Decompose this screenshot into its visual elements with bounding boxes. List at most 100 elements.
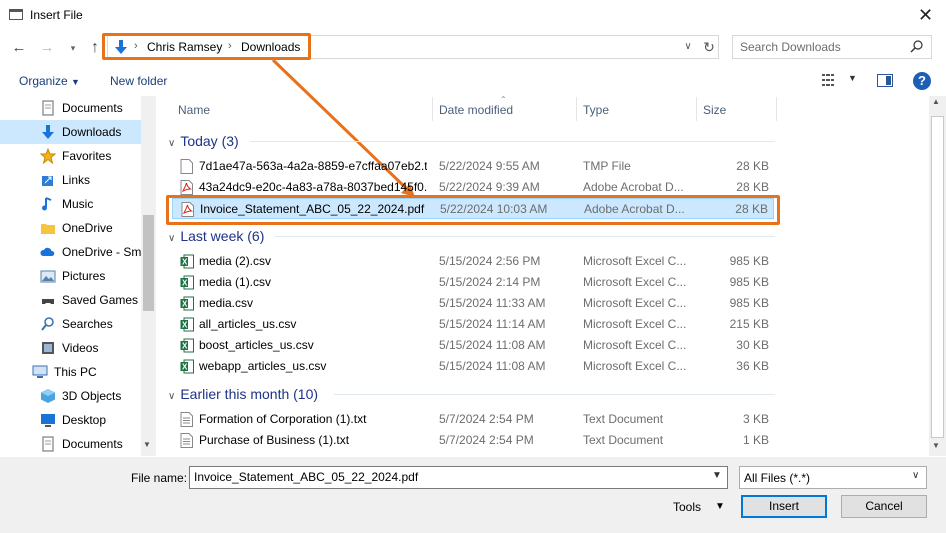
file-date-cell: 5/15/2024 2:14 PM <box>439 275 541 289</box>
nav-item-label: 3D Objects <box>62 389 122 403</box>
file-row[interactable]: Xmedia (2).csv 5/15/2024 2:56 PM Microsoft… <box>172 251 774 272</box>
scroll-up-icon[interactable]: ▲ <box>932 97 940 106</box>
chevron-down-icon[interactable]: ∨ <box>912 470 919 481</box>
scroll-down-icon[interactable]: ▼ <box>143 440 151 449</box>
scroll-down-icon[interactable]: ▼ <box>932 441 940 450</box>
documents-icon <box>40 436 56 452</box>
nav-item-label: OneDrive - Sm <box>62 245 142 259</box>
file-row[interactable]: Xwebapp_articles_us.csv 5/15/2024 11:08 A… <box>172 356 774 377</box>
insert-button[interactable]: Insert <box>741 495 827 518</box>
file-name-cell: 43a24dc9-e20c-4a83-a78a-8037bed145f0... <box>199 180 427 194</box>
file-date-cell: 5/22/2024 9:39 AM <box>439 180 540 194</box>
file-row[interactable]: Xmedia (1).csv 5/15/2024 2:14 PM Microsoft… <box>172 272 774 293</box>
text-file-icon <box>180 433 193 448</box>
chevron-down-icon: ∨ <box>168 138 176 149</box>
computer-icon <box>32 364 48 380</box>
text-file-icon <box>180 412 193 427</box>
view-options-icon[interactable] <box>822 74 838 86</box>
nav-item-links[interactable]: Links <box>0 168 141 192</box>
file-size-cell: 28 KB <box>736 159 769 173</box>
file-row[interactable]: Formation of Corporation (1).txt 5/7/2024… <box>172 409 774 430</box>
file-name-cell: all_articles_us.csv <box>199 317 297 331</box>
file-list-scrollbar-thumb[interactable] <box>931 116 944 438</box>
nav-item-label: Desktop <box>62 413 107 427</box>
nav-item-label: Searches <box>62 317 113 331</box>
nav-item-downloads[interactable]: Downloads <box>0 120 141 144</box>
column-size-header[interactable]: Size <box>703 103 726 117</box>
svg-text:X: X <box>182 258 188 267</box>
tools-button[interactable]: Tools <box>673 500 701 514</box>
excel-icon: X <box>180 254 194 269</box>
nav-item-this-pc[interactable]: This PC <box>0 360 141 384</box>
file-row[interactable]: Xmedia.csv 5/15/2024 11:33 AM Microsoft Ex… <box>172 293 774 314</box>
svg-text:X: X <box>182 342 188 351</box>
nav-item-onedrive-sm[interactable]: OneDrive - Sm <box>0 240 141 264</box>
svg-text:X: X <box>182 300 188 309</box>
nav-item-label: Downloads <box>62 125 122 139</box>
new-folder-button[interactable]: New folder <box>110 74 167 88</box>
nav-item-saved-games[interactable]: Saved Games <box>0 288 141 312</box>
nav-item-music[interactable]: Music <box>0 192 141 216</box>
organize-button[interactable]: Organize ▼ <box>19 74 80 88</box>
documents-icon <box>40 100 56 116</box>
group-header-today[interactable]: ∨ Today (3) <box>168 133 239 149</box>
download-icon <box>40 124 56 140</box>
nav-item-desktop[interactable]: Desktop <box>0 408 141 432</box>
file-name-cell: webapp_articles_us.csv <box>199 359 327 373</box>
nav-item-pictures[interactable]: Pictures <box>0 264 141 288</box>
cancel-button[interactable]: Cancel <box>841 495 927 518</box>
file-row[interactable]: Xall_articles_us.csv 5/15/2024 11:14 AM Mi… <box>172 314 774 335</box>
file-size-cell: 1 KB <box>742 433 769 447</box>
preview-pane-icon[interactable] <box>877 74 893 87</box>
nav-scrollbar-thumb[interactable] <box>143 215 154 311</box>
nav-item-videos[interactable]: Videos <box>0 336 141 360</box>
file-row[interactable]: 7d1ae47a-563a-4a2a-8859-e7cffaa07eb2.t..… <box>172 156 774 177</box>
file-name-label: File name: <box>131 471 188 485</box>
file-type-cell: Text Document <box>583 433 664 447</box>
file-name-cell: boost_articles_us.csv <box>199 338 314 352</box>
column-divider[interactable] <box>776 97 777 121</box>
file-type-cell: Microsoft Excel C... <box>583 359 687 373</box>
navigation-pane: Documents Downloads Favorites Links Music One… <box>0 96 156 456</box>
nav-item-documents[interactable]: Documents <box>0 432 141 456</box>
column-date-header[interactable]: Date modified <box>439 103 513 117</box>
file-type-cell: TMP File <box>583 159 631 173</box>
file-name-field[interactable]: Invoice_Statement_ABC_05_22_2024.pdf <box>189 466 728 489</box>
chevron-down-icon: ∨ <box>168 233 176 244</box>
group-header-last-week[interactable]: ∨ Last week (6) <box>168 228 264 244</box>
nav-item-documents[interactable]: Documents <box>0 96 141 120</box>
file-name-dropdown-icon[interactable]: ▼ <box>712 470 722 481</box>
file-name-cell: 7d1ae47a-563a-4a2a-8859-e7cffaa07eb2.t..… <box>199 159 427 173</box>
pictures-icon <box>40 268 56 284</box>
tools-dropdown-icon[interactable]: ▼ <box>715 501 725 512</box>
nav-item-favorites[interactable]: Favorites <box>0 144 141 168</box>
column-divider[interactable] <box>696 97 697 121</box>
file-type-cell: Microsoft Excel C... <box>583 317 687 331</box>
group-label: Earlier this month (10) <box>180 386 319 402</box>
column-type-header[interactable]: Type <box>583 103 609 117</box>
folder-icon <box>40 220 56 236</box>
nav-item-onedrive[interactable]: OneDrive <box>0 216 141 240</box>
file-row[interactable]: Xboost_articles_us.csv 5/15/2024 11:08 AM… <box>172 335 774 356</box>
file-size-cell: 215 KB <box>729 317 769 331</box>
file-row[interactable]: Purchase of Business (1).txt 5/7/2024 2:5… <box>172 430 774 451</box>
view-dropdown-icon[interactable]: ▼ <box>848 73 857 83</box>
nav-item-3d-objects[interactable]: 3D Objects <box>0 384 141 408</box>
file-name-cell: media.csv <box>199 296 254 310</box>
file-date-cell: 5/15/2024 11:14 AM <box>439 317 546 331</box>
group-header-earlier-this-month[interactable]: ∨ Earlier this month (10) <box>168 386 318 402</box>
nav-item-searches[interactable]: Searches <box>0 312 141 336</box>
help-icon[interactable]: ? <box>913 72 931 90</box>
group-divider <box>250 141 775 142</box>
nav-item-label: Documents <box>62 101 123 115</box>
nav-item-label: OneDrive <box>62 221 113 235</box>
nav-item-label: Saved Games <box>62 293 139 307</box>
column-divider[interactable] <box>432 97 433 121</box>
cube-icon <box>40 388 56 404</box>
column-name-header[interactable]: Name <box>178 103 210 117</box>
file-size-cell: 30 KB <box>736 338 769 352</box>
music-icon <box>40 196 56 212</box>
column-divider[interactable] <box>576 97 577 121</box>
excel-icon: X <box>180 296 194 311</box>
file-name-cell: Purchase of Business (1).txt <box>199 433 350 447</box>
